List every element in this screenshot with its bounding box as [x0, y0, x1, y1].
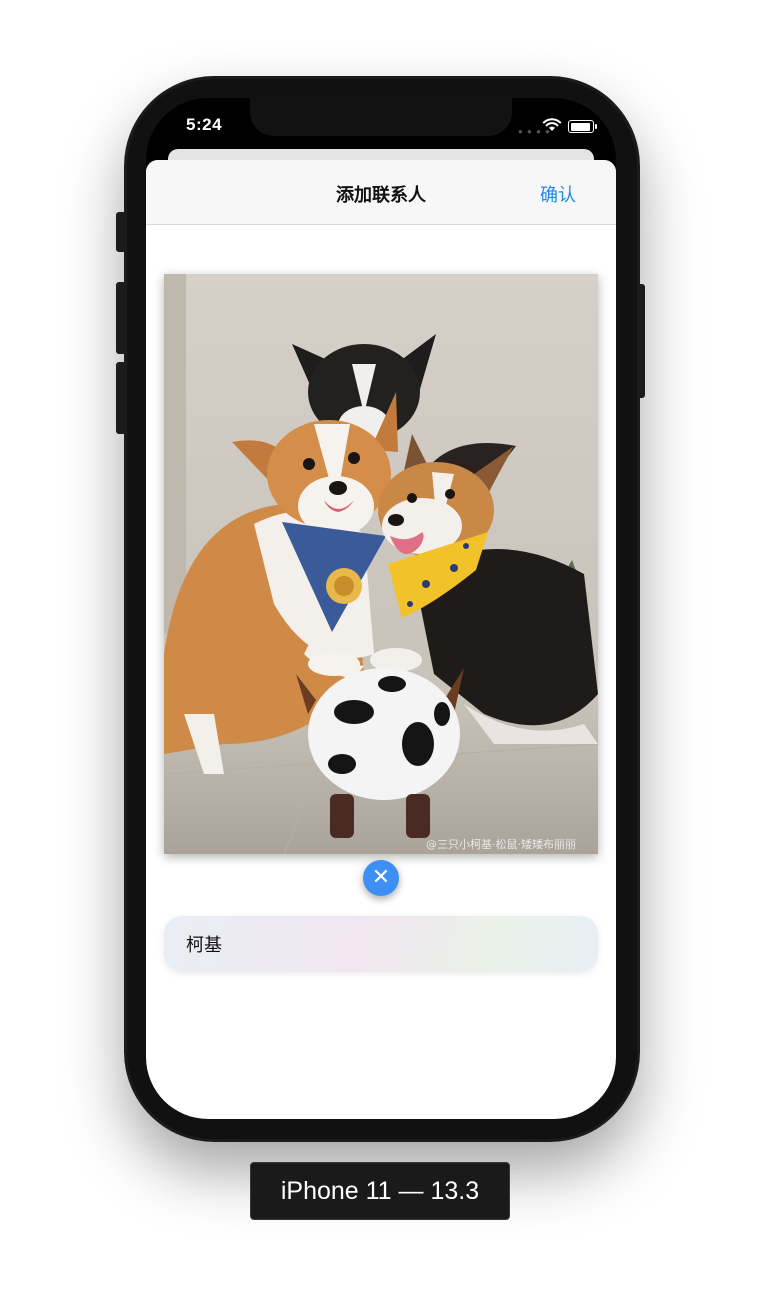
add-contact-sheet: 添加联系人 确认 @三只小柯基·松鼠·矮矮布丽丽 ✕ 柯基: [146, 160, 616, 1119]
power-button: [637, 284, 645, 398]
contact-photo[interactable]: @三只小柯基·松鼠·矮矮布丽丽: [164, 274, 598, 854]
photo-watermark: @三只小柯基·松鼠·矮矮布丽丽: [426, 837, 576, 851]
navigation-bar: 添加联系人 确认: [146, 160, 616, 225]
contact-name-input[interactable]: [186, 916, 576, 972]
notch: [250, 98, 512, 136]
device-label: iPhone 11 — 13.3: [250, 1162, 510, 1220]
silent-switch: [116, 212, 126, 252]
status-time: 5:24: [186, 115, 223, 134]
volume-up-button: [116, 282, 126, 354]
volume-down-button: [116, 362, 126, 434]
battery-icon: [568, 120, 594, 133]
confirm-button[interactable]: 确认: [540, 181, 576, 207]
close-icon: ✕: [371, 864, 391, 889]
remove-photo-button[interactable]: ✕: [363, 860, 399, 896]
wifi-icon: [542, 118, 562, 131]
corgi-dogs-photo: @三只小柯基·松鼠·矮矮布丽丽: [164, 274, 598, 854]
battery-cap: [595, 124, 597, 129]
device-screen: 5:24 ● ● ● ● 添加联系人 确认 @三只小柯基·松鼠·矮矮布丽丽 ✕ …: [146, 98, 616, 1119]
name-field-container: [164, 916, 598, 972]
device-label-text: iPhone 11 — 13.3: [280, 1177, 480, 1205]
